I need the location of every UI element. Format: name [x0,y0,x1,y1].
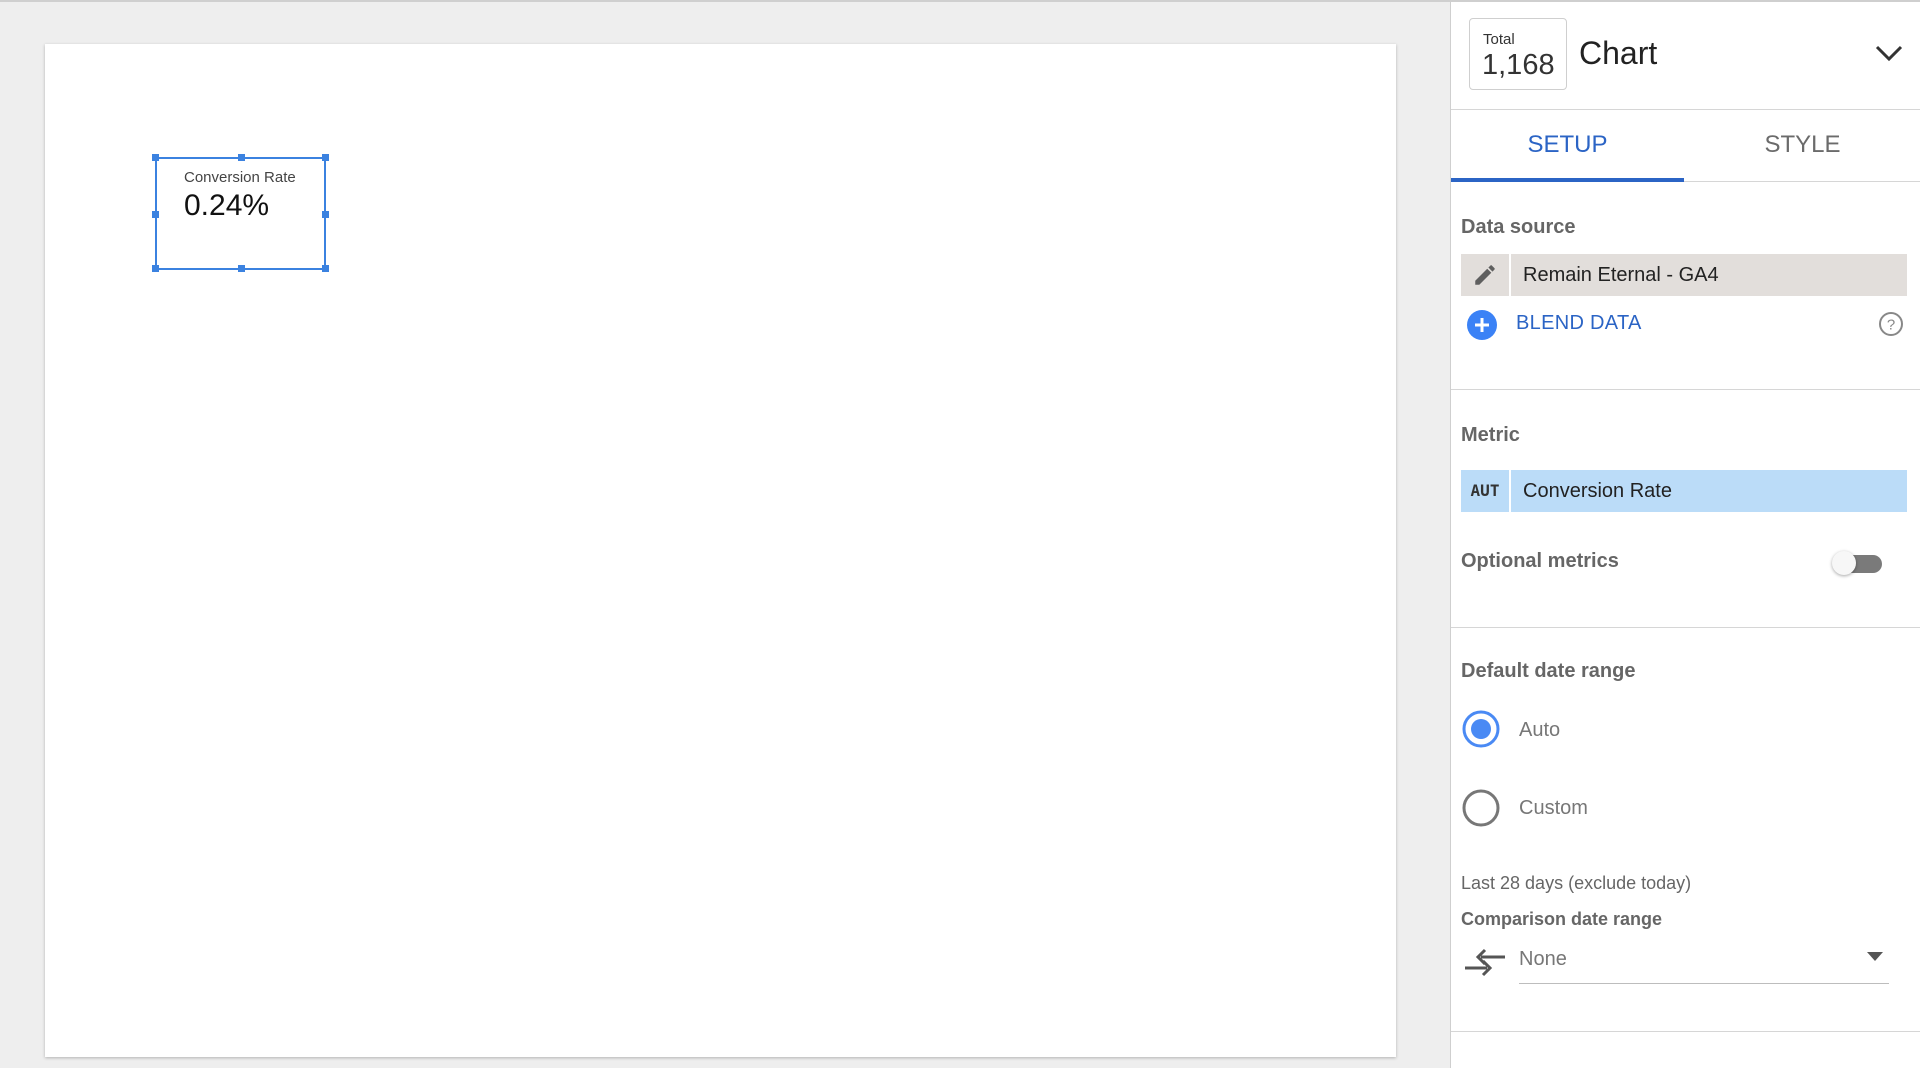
blend-data-label: BLEND DATA [1516,312,1642,334]
optional-metrics-label: Optional metrics [1461,550,1619,572]
scorecard-label: Conversion Rate [184,169,296,186]
comparison-date-dropdown[interactable]: None [1519,936,1889,984]
tab-style[interactable]: STYLE [1686,110,1919,182]
radio-auto[interactable] [1461,709,1501,749]
total-value: 1,168 [1482,49,1555,81]
date-range-title: Default date range [1461,660,1636,682]
resize-handle-top[interactable] [238,154,245,161]
toggle-knob [1832,551,1856,575]
resize-handle-bottom-right[interactable] [322,265,329,272]
metric-section: Metric AUT Conversion Rate Optional metr… [1451,390,1920,628]
blend-data-button[interactable]: BLEND DATA ? [1467,306,1907,342]
resize-handle-left[interactable] [152,211,159,218]
resize-handle-bottom[interactable] [238,265,245,272]
radio-custom[interactable] [1461,788,1501,828]
report-canvas: Conversion Rate 0.24% [0,2,1450,1068]
optional-metrics-toggle[interactable] [1832,549,1884,577]
resize-handle-top-left[interactable] [152,154,159,161]
report-page[interactable]: Conversion Rate 0.24% [45,44,1396,1057]
scorecard-chart[interactable]: Conversion Rate 0.24% [152,154,329,272]
data-source-selector[interactable]: Remain Eternal - GA4 [1461,254,1907,296]
panel-title: Chart [1579,35,1658,71]
date-range-section: Default date range Auto Custom Last 28 d… [1451,628,1920,1032]
scorecard-value: 0.24% [184,189,270,222]
panel-tabs: SETUP STYLE [1451,110,1920,182]
properties-panel: Total 1,168 Chart SETUP STYLE Data sourc… [1450,2,1920,1068]
data-source-section: Data source Remain Eternal - GA4 BLEND D… [1451,182,1920,390]
chevron-down-icon[interactable] [1871,38,1907,68]
comparison-date-value: None [1519,948,1567,970]
panel-header: Total 1,168 Chart [1451,2,1920,110]
resize-handle-top-right[interactable] [322,154,329,161]
add-circle-icon [1467,310,1497,340]
metric-chip[interactable]: AUT Conversion Rate [1461,470,1907,512]
tab-setup[interactable]: SETUP [1451,110,1684,182]
resize-handle-right[interactable] [322,211,329,218]
help-icon[interactable]: ? [1878,311,1904,337]
total-label: Total [1483,31,1515,48]
radio-custom-label[interactable]: Custom [1519,797,1588,820]
dropdown-arrow-icon [1867,952,1883,961]
svg-text:?: ? [1887,317,1895,334]
radio-checked-icon [1462,710,1500,748]
radio-auto-label[interactable]: Auto [1519,719,1560,742]
radio-unchecked-icon [1462,789,1500,827]
pencil-icon[interactable] [1461,254,1511,296]
comparison-date-title: Comparison date range [1461,909,1663,929]
metric-name: Conversion Rate [1523,480,1672,502]
date-range-note: Last 28 days (exclude today) [1461,873,1692,893]
data-source-title: Data source [1461,216,1576,238]
aggregation-badge[interactable]: AUT [1461,470,1511,512]
chart-type-indicator[interactable]: Total 1,168 [1469,18,1567,90]
resize-handle-bottom-left[interactable] [152,265,159,272]
compare-arrows-icon [1465,948,1505,977]
metric-title: Metric [1461,424,1520,446]
data-source-name: Remain Eternal - GA4 [1523,264,1719,286]
